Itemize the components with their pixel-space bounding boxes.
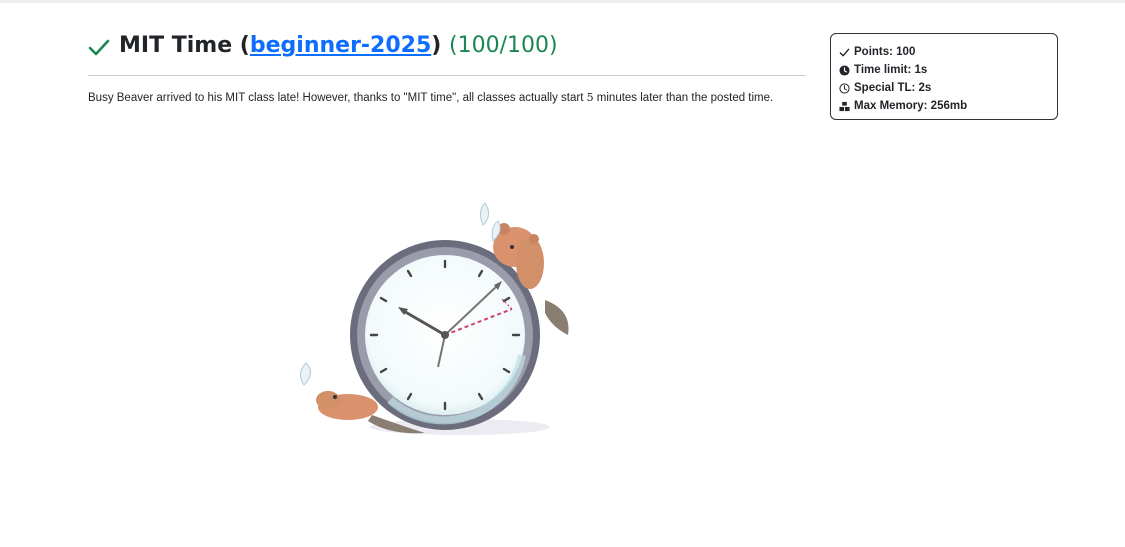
- special-tl-label: Special TL: 2s: [854, 82, 932, 94]
- max-memory-row: Max Memory: 256mb: [839, 97, 1049, 115]
- beaver-clock-illustration: [300, 202, 569, 435]
- top-bar: [0, 0, 1125, 3]
- page-title: MIT Time (beginner-2025) (100/100): [119, 33, 558, 58]
- time-limit-label: Time limit: 1s: [854, 64, 928, 76]
- solved-check-icon: [88, 39, 110, 55]
- problem-name: MIT Time: [119, 33, 233, 58]
- contest-link[interactable]: beginner-2025: [250, 33, 431, 58]
- statement-text-2: minutes later than the posted time.: [593, 92, 774, 104]
- time-limit-row: Time limit: 1s: [839, 61, 1049, 79]
- statement-text-1: Busy Beaver arrived to his MIT class lat…: [88, 92, 587, 104]
- statement-number: 5: [586, 91, 594, 104]
- problem-statement: Busy Beaver arrived to his MIT class lat…: [88, 91, 773, 104]
- check-icon: [839, 48, 850, 56]
- problem-info-box: Points: 100 Time limit: 1s Special TL: 2…: [830, 33, 1058, 120]
- title-open-paren: (: [232, 33, 250, 58]
- problem-header: MIT Time (beginner-2025) (100/100): [88, 33, 558, 58]
- clock-solid-icon: [839, 64, 850, 76]
- max-memory-label: Max Memory: 256mb: [854, 100, 968, 112]
- points-row: Points: 100: [839, 43, 1049, 61]
- points-label: Points: 100: [854, 46, 916, 58]
- memory-icon: [839, 101, 850, 111]
- header-divider: [88, 75, 806, 76]
- title-close-paren: ): [431, 33, 442, 58]
- clock-outline-icon: [839, 82, 850, 94]
- score-badge: (100/100): [449, 33, 558, 58]
- special-tl-row: Special TL: 2s: [839, 79, 1049, 97]
